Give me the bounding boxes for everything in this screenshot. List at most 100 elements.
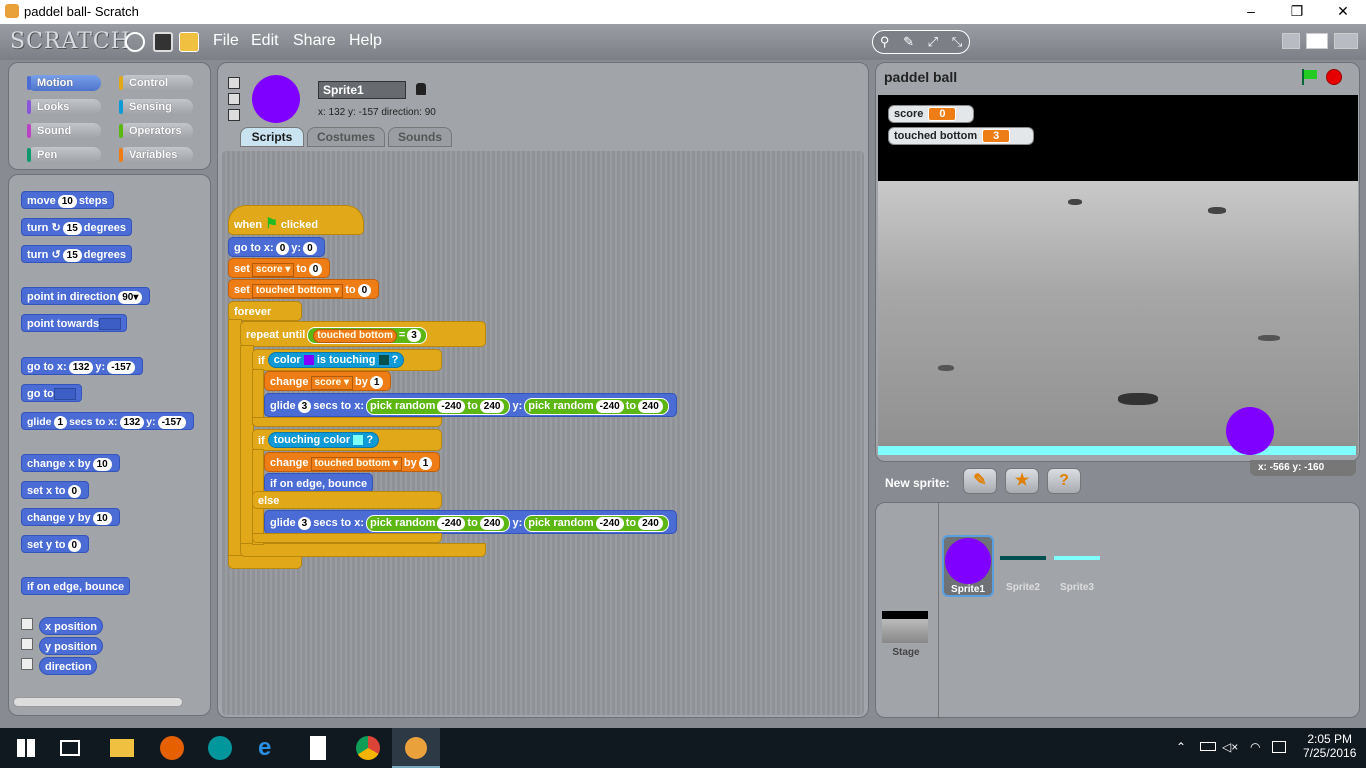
purple-swatch[interactable] <box>303 355 314 366</box>
globe-icon[interactable] <box>125 32 145 52</box>
wifi-icon[interactable]: ◠ <box>1250 740 1260 754</box>
block-glide-random-1[interactable]: glide 3 secs to x: pick random -240 to 240 y: pi… <box>264 393 677 417</box>
green-flag-icon[interactable] <box>1300 69 1318 85</box>
category-sound[interactable]: Sound <box>27 123 101 139</box>
block-turn-ccw[interactable]: turn ↺ 15 degrees <box>21 245 132 263</box>
block-bounce[interactable]: if on edge, bounce <box>21 577 131 595</box>
menu-share[interactable]: Share <box>293 32 336 50</box>
xposition-checkbox[interactable] <box>21 618 33 630</box>
category-looks[interactable]: Looks <box>27 99 101 115</box>
delete-icon[interactable]: ✎ <box>903 34 914 50</box>
block-point-towards[interactable]: point towards <box>21 314 128 332</box>
windows-start-icon[interactable] <box>14 736 38 760</box>
firefox-icon[interactable] <box>160 736 184 760</box>
normal-stage-icon[interactable] <box>1306 33 1328 49</box>
sprite-name-field[interactable]: Sprite1 <box>318 81 406 99</box>
block-goto-xy[interactable]: go to x: 132 y: -157 <box>21 357 144 375</box>
notifications-icon[interactable] <box>1272 741 1286 753</box>
category-control[interactable]: Control <box>119 75 193 91</box>
category-sensing[interactable]: Sensing <box>119 99 193 115</box>
lock-icon[interactable] <box>416 83 426 95</box>
block-change-y[interactable]: change y by 10 <box>21 508 120 526</box>
category-motion[interactable]: Motion <box>27 75 101 91</box>
ball-sprite[interactable] <box>1226 407 1274 455</box>
block-glide-random-2[interactable]: glide 3 secs to x: pick random -240 to 240 y: pi… <box>264 510 677 534</box>
stop-icon[interactable] <box>1326 69 1342 85</box>
palette-scrollbar[interactable] <box>13 697 183 707</box>
block-if-touching-color[interactable]: if touching color ? <box>252 429 442 451</box>
menu-edit[interactable]: Edit <box>251 32 279 50</box>
document-icon[interactable] <box>310 736 326 760</box>
task-view-icon[interactable] <box>60 740 80 756</box>
block-if-color-touching[interactable]: if color is touching ? <box>252 349 442 371</box>
shrink-icon[interactable]: ⤡ <box>952 34 962 50</box>
block-goto-xy[interactable]: go to x: 0 y: 0 <box>228 237 325 257</box>
block-change-x[interactable]: change x by 10 <box>21 454 120 472</box>
block-repeat-until[interactable]: repeat until touched bottom = 3 <box>240 321 486 347</box>
paddle-sprite[interactable] <box>878 446 1356 455</box>
yposition-checkbox[interactable] <box>21 638 33 650</box>
stage-thumb[interactable]: Stage <box>882 611 930 658</box>
teal-swatch[interactable] <box>378 355 389 366</box>
block-set-y[interactable]: set y to 0 <box>21 535 90 553</box>
tray-chevron-icon[interactable]: ⌃ <box>1176 740 1186 754</box>
block-forever[interactable]: forever <box>228 301 302 321</box>
tab-sounds[interactable]: Sounds <box>388 127 452 147</box>
menu-help[interactable]: Help <box>349 32 382 50</box>
block-point-direction[interactable]: point in direction 90▾ <box>21 287 151 305</box>
block-set-x[interactable]: set x to 0 <box>21 481 90 499</box>
small-stage-icon[interactable] <box>1282 33 1300 49</box>
rotate-style-icon[interactable] <box>228 77 240 89</box>
block-set-touched-bottom[interactable]: set touched bottom ▾ to 0 <box>228 279 380 299</box>
block-glide[interactable]: glide 1 secs to x: 132 y: -157 <box>21 412 194 430</box>
cyan-swatch[interactable] <box>353 435 364 446</box>
tab-scripts[interactable]: Scripts <box>240 127 304 147</box>
choose-sprite-icon[interactable]: ★ <box>1005 468 1039 494</box>
presentation-mode-icon[interactable] <box>1334 33 1358 49</box>
block-set-score[interactable]: set score ▾ to 0 <box>228 258 331 278</box>
no-rotate-icon[interactable] <box>228 109 240 121</box>
category-pen[interactable]: Pen <box>27 147 101 163</box>
block-when-flag-clicked[interactable]: when ⚑ clicked <box>228 205 364 235</box>
watcher-score[interactable]: score 0 <box>888 105 974 123</box>
chrome-icon[interactable] <box>356 736 380 760</box>
reporter-y-position[interactable]: y position <box>39 637 103 655</box>
block-change-score[interactable]: change score ▾ by 1 <box>264 371 392 391</box>
sprite-thumb-1[interactable]: Sprite1 <box>942 535 994 597</box>
direction-checkbox[interactable] <box>21 658 33 670</box>
block-change-touched-bottom[interactable]: change touched bottom ▾ by 1 <box>264 452 441 472</box>
reporter-x-position[interactable]: x position <box>39 617 103 635</box>
block-else[interactable]: else <box>252 491 442 509</box>
minimize-button[interactable]: – <box>1228 0 1274 24</box>
grow-icon[interactable]: ⤢ <box>928 34 938 50</box>
block-goto[interactable]: go to <box>21 384 82 402</box>
menu-file[interactable]: File <box>213 32 239 50</box>
block-bounce[interactable]: if on edge, bounce <box>264 473 374 493</box>
file-explorer-icon[interactable] <box>110 739 134 757</box>
share-icon[interactable] <box>179 32 199 52</box>
maximize-button[interactable]: ❐ <box>1274 0 1320 24</box>
battery-icon[interactable] <box>1200 742 1216 751</box>
block-move[interactable]: move 10 steps <box>21 191 114 209</box>
watcher-touched-bottom[interactable]: touched bottom 3 <box>888 127 1034 145</box>
block-turn-cw[interactable]: turn ↻ 15 degrees <box>21 218 132 236</box>
stage[interactable]: score 0 touched bottom 3 <box>878 95 1358 455</box>
tab-costumes[interactable]: Costumes <box>307 127 385 147</box>
save-icon[interactable] <box>153 32 173 52</box>
duplicate-icon[interactable]: ⚲ <box>880 34 890 50</box>
random-sprite-icon[interactable]: ? <box>1047 468 1081 494</box>
category-operators[interactable]: Operators <box>119 123 193 139</box>
clock[interactable]: 2:05 PM 7/25/2016 <box>1303 732 1356 760</box>
volume-icon[interactable]: ◁× <box>1222 740 1238 754</box>
category-variables[interactable]: Variables <box>119 147 193 163</box>
paint-sprite-icon[interactable]: ✎ <box>963 468 997 494</box>
reporter-direction[interactable]: direction <box>39 657 98 675</box>
close-button[interactable]: ✕ <box>1320 0 1366 24</box>
sprite-thumb-3[interactable]: Sprite3 <box>1052 535 1102 593</box>
script-area[interactable]: when ⚑ clicked go to x: 0 y: 0 set score ▾ to… <box>222 151 864 715</box>
edge-icon[interactable]: e <box>258 736 282 760</box>
sprite-thumb-2[interactable]: Sprite2 <box>998 535 1048 593</box>
scratch-taskbar-item[interactable] <box>392 728 440 768</box>
flip-style-icon[interactable] <box>228 93 240 105</box>
arduino-icon[interactable] <box>208 736 232 760</box>
